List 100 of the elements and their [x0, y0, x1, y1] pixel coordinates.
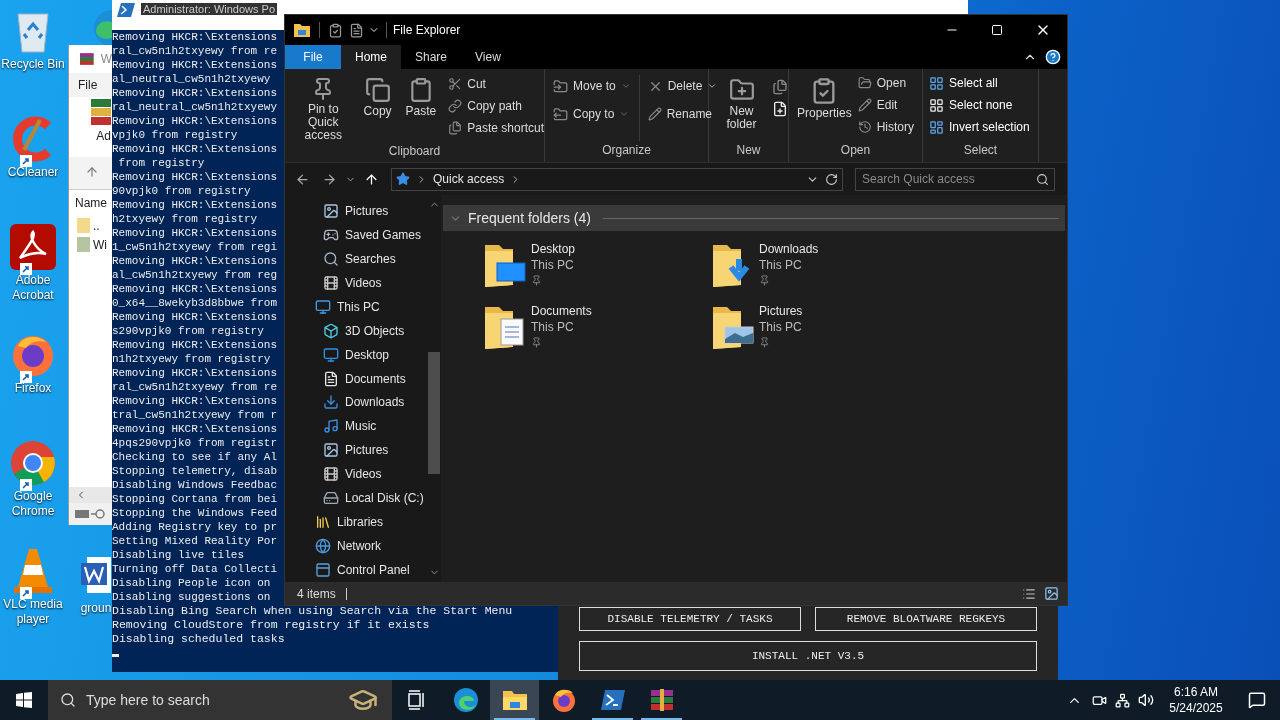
document-icon[interactable] — [349, 22, 364, 38]
cut-button[interactable]: Cut — [448, 73, 544, 95]
history-button[interactable]: History — [857, 116, 915, 138]
properties-icon[interactable] — [328, 22, 343, 38]
console-line: Disabling live tiles — [112, 548, 245, 562]
folder-tile[interactable]: Desktop This PC — [483, 241, 711, 289]
pin-icon — [531, 337, 542, 348]
nav-item[interactable]: Videos — [285, 462, 427, 487]
network-icon[interactable] — [1115, 692, 1130, 708]
console-line: s290vpjk0 from registry — [112, 324, 264, 338]
ribbon-tab[interactable]: File — [285, 45, 341, 69]
nav-item[interactable]: Videos — [285, 270, 427, 295]
rename-button[interactable]: Rename — [647, 103, 718, 125]
winrar-icon — [79, 51, 95, 67]
delete-button[interactable]: Delete — [647, 75, 718, 97]
ribbon-tab[interactable]: Home — [341, 45, 401, 69]
move-to-button[interactable]: Move to — [553, 75, 631, 97]
action-button[interactable]: REMOVE BLOATWARE REGKEYS — [815, 607, 1037, 631]
edit-button[interactable]: Edit — [857, 94, 915, 116]
select-none-button[interactable]: Select none — [929, 94, 1038, 116]
copy-path-button[interactable]: Copy path — [448, 95, 544, 117]
console-line: Removing HKCR:\Extensions — [112, 198, 278, 212]
paste-button[interactable]: Paste — [405, 77, 437, 118]
refresh-icon[interactable] — [825, 172, 838, 186]
console-line: 0_x64__8wekyb3d8bbwe from — [112, 296, 278, 310]
copy-button[interactable]: Copy — [363, 77, 392, 118]
file-name[interactable]: Wi — [93, 235, 107, 254]
action-button[interactable]: INSTALL .NET V3.5 — [579, 641, 1037, 671]
pin-to-quick-access-button[interactable]: Pin to Quick access — [291, 77, 356, 142]
ribbon-tab[interactable]: View — [461, 45, 515, 69]
videos-icon — [323, 466, 339, 483]
volume-icon[interactable] — [1138, 692, 1154, 708]
scrollbar-thumb[interactable] — [428, 352, 440, 474]
easy-access-icon[interactable] — [772, 101, 788, 117]
forward-icon[interactable] — [322, 171, 337, 187]
action-button[interactable]: DISABLE TELEMETRY / TASKS — [579, 607, 801, 631]
large-icons-view-icon[interactable] — [1044, 586, 1059, 601]
console-line: vpjk0 from registry — [112, 128, 238, 142]
nav-item[interactable]: 3D Objects — [285, 318, 427, 343]
nav-item[interactable]: Music — [285, 414, 427, 439]
nav-item[interactable]: Pictures — [285, 199, 427, 223]
maximize-icon[interactable] — [991, 24, 1003, 36]
nav-item[interactable]: Control Panel — [285, 558, 427, 582]
nav-item[interactable]: Local Disk (C:) — [285, 486, 427, 511]
edit-icon — [857, 98, 872, 112]
console-line: ral_neutral_cw5n1h2txyewy — [112, 100, 278, 114]
ribbon-group-label: Select — [962, 142, 999, 159]
console-line: ral_cw5n1h2txyewy from re — [112, 44, 278, 57]
back-icon[interactable] — [295, 171, 310, 187]
desktop-icon-label: CCleaner — [6, 165, 60, 180]
nav-item[interactable]: Downloads — [285, 390, 427, 415]
desktop-icon-label: Recycle Bin — [0, 57, 66, 72]
console-line: Disabling Windows Feedbac — [112, 478, 278, 492]
up-arrow-icon[interactable] — [85, 165, 99, 179]
file-name[interactable]: .. — [93, 216, 100, 235]
clock[interactable]: 6:16 AM 5/24/2025 — [1158, 684, 1234, 716]
pc-icon — [315, 298, 331, 315]
console-line: Removing HKCR:\Extensions — [112, 366, 278, 380]
new-item-icon[interactable] — [772, 79, 788, 95]
console-line: Adding Registry key to pr — [112, 520, 278, 534]
properties-button[interactable]: Properties — [797, 75, 852, 141]
menu-item[interactable]: File — [78, 73, 98, 97]
ribbon-group-label: Organize — [601, 142, 652, 159]
path-icon — [448, 99, 463, 113]
ribbon-tab[interactable]: Share — [401, 45, 462, 69]
search-field[interactable]: Search Quick access — [855, 167, 1055, 191]
console-line: ral_cw5n1h2txyewy from re — [112, 380, 278, 394]
nav-item[interactable]: Desktop — [285, 342, 427, 367]
nav-item[interactable]: Searches — [285, 246, 427, 271]
section-header[interactable]: Frequent folders (4) — [443, 205, 1065, 231]
open-button[interactable]: Open — [857, 72, 915, 94]
folder-tile[interactable]: Downloads This PC — [711, 241, 939, 289]
help-icon[interactable] — [1045, 49, 1061, 65]
nav-item[interactable]: Network — [285, 534, 427, 559]
select-all-button[interactable]: Select all — [929, 72, 1038, 94]
nav-item[interactable]: Documents — [285, 366, 427, 391]
rename-icon — [647, 107, 662, 121]
address-bar[interactable]: Quick access — [391, 167, 843, 191]
folder-tile[interactable]: Pictures This PC — [711, 303, 939, 351]
new-folder-button[interactable]: New folder — [719, 77, 764, 141]
nav-item[interactable]: Libraries — [285, 510, 427, 535]
section-title: Frequent folders (4) — [468, 208, 591, 228]
invert-selection-button[interactable]: Invert selection — [929, 116, 1038, 138]
taskbar-search-box[interactable]: Type here to search — [48, 680, 392, 720]
taskbar-app[interactable] — [490, 680, 539, 720]
column-header[interactable]: Name — [75, 190, 107, 216]
toolbar-label[interactable]: Ad — [96, 127, 111, 145]
nav-item[interactable]: Pictures — [285, 438, 427, 463]
window-title: W — [100, 52, 112, 68]
folder-tile[interactable]: Documents This PC — [483, 303, 711, 351]
notifications-icon[interactable] — [1248, 691, 1266, 709]
clock-time: 6:16 AM — [1174, 684, 1218, 700]
nav-item[interactable]: This PC — [285, 294, 427, 319]
nav-item[interactable]: Saved Games — [285, 222, 427, 247]
window-title: Administrator: Windows Po — [141, 3, 278, 15]
paste-shortcut-button[interactable]: Paste shortcut — [448, 117, 544, 139]
ribbon-group-label: Clipboard — [387, 143, 442, 160]
up-icon[interactable] — [364, 171, 379, 187]
details-view-icon[interactable] — [1022, 586, 1036, 601]
copy-to-button[interactable]: Copy to — [553, 103, 631, 125]
